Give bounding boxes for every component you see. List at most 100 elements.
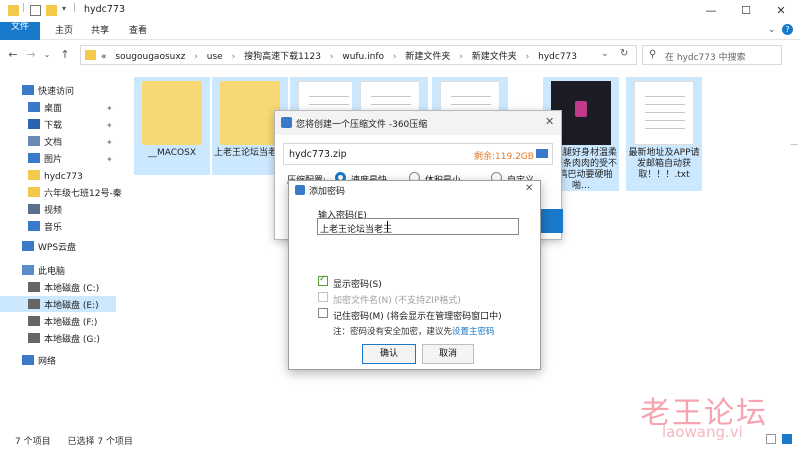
breadcrumb-separator[interactable]: › [526,52,530,62]
browse-folder-icon[interactable] [536,149,548,158]
refresh-icon[interactable]: ↻ [620,48,628,59]
sidebar-item[interactable]: 视频 [28,203,62,219]
minimize-button[interactable]: — [694,0,728,22]
remember-password-checkbox[interactable] [318,308,328,318]
text-line [645,104,685,105]
sidebar-item[interactable]: 网络 [22,354,56,370]
show-password-checkbox[interactable]: ✓ [318,274,328,286]
password-close-button[interactable]: ✕ [525,183,533,194]
drive-icon [28,299,40,309]
search-icon: ⚲ [649,49,657,60]
sidebar-item[interactable]: 文档 [28,135,62,151]
sidebar-item[interactable]: 下载 [28,118,62,134]
breadcrumb-item[interactable]: 新建文件夹 [405,52,450,62]
cancel-button[interactable]: 取消 [422,344,474,364]
window-title: hydc773 [84,4,126,15]
sidebar-item[interactable]: 本地磁盘 (C:) [28,281,99,297]
breadcrumb: « sougougaosuxz › use › 搜狗高速下载1123 › wuf… [101,49,577,62]
tab-home[interactable]: 主页 [46,22,82,40]
sidebar-item[interactable]: 此电脑 [22,264,65,280]
encrypt-names-checkbox[interactable] [318,292,328,302]
address-bar[interactable]: « sougougaosuxz › use › 搜狗高速下载1123 › wuf… [80,45,637,65]
ok-button[interactable]: 确认 [362,344,416,364]
sidebar-item[interactable]: 图片 [28,152,62,168]
breadcrumb-item[interactable]: sougougaosuxz [115,52,185,62]
breadcrumb-separator[interactable]: › [330,52,334,62]
recent-dropdown-icon[interactable]: ⌄ [40,48,54,62]
breadcrumb-overflow[interactable]: « [101,52,107,62]
breadcrumb-item[interactable]: 新建文件夹 [472,52,517,62]
breadcrumb-separator[interactable]: › [232,52,236,62]
sidebar-item-label: 图片 [44,155,63,165]
sidebar-item[interactable]: 本地磁盘 (E:) [28,298,99,314]
pin-icon[interactable]: ✦ [106,104,113,113]
start-compress-button[interactable] [541,209,563,233]
sidebar-item-label: 网络 [38,357,57,367]
sidebar-item-label: 快速访问 [38,87,75,97]
breadcrumb-item[interactable]: use [207,52,223,62]
sidebar-item[interactable]: 本地磁盘 (G:) [28,332,100,348]
zip-close-button[interactable]: ✕ [545,115,554,128]
search-input[interactable]: ⚲ 在 hydc773 中搜索 [642,45,782,65]
close-button[interactable]: ✕ [764,0,798,22]
breadcrumb-item[interactable]: 搜狗高速下载1123 [244,52,321,62]
file-item[interactable]: __MACOSX [134,77,210,175]
search-placeholder: 在 hydc773 中搜索 [665,53,746,63]
pin-icon[interactable]: ✦ [106,155,113,164]
set-master-password-link[interactable]: 设置主密码 [452,325,495,337]
text-line [309,96,349,97]
remember-password-label[interactable]: 记住密码(M) (将会显示在管理密码窗口中) [333,309,502,322]
sidebar-item[interactable]: 六年级七班12号-秦 [28,186,122,202]
tab-file[interactable]: 文件 [0,22,40,40]
watermark-url: laowang.vi [662,423,743,441]
sidebar-item[interactable]: 音乐 [28,220,62,236]
zip-app-icon [281,117,292,128]
password-dialog-header: 添加密码 ✕ [289,181,540,199]
text-cursor [387,221,388,232]
new-folder-icon[interactable] [46,5,57,16]
quick-access-dropdown-icon[interactable]: ▾ [62,4,66,13]
ribbon: 文件 主页 共享 查看 ⌄ ? [0,22,800,40]
file-name: 最新地址及APP请发邮箱自动获取！！！.txt [628,148,700,180]
drive-icon [28,282,40,292]
details-view-icon[interactable] [766,434,776,444]
sidebar-item[interactable]: WPS云盘 [22,240,76,256]
pin-icon[interactable]: ✦ [106,138,113,147]
selection-count: 已选择 7 个项目 [67,437,133,447]
properties-icon[interactable] [30,5,41,16]
separator: | [22,3,26,13]
breadcrumb-item[interactable]: wufu.info [342,52,384,62]
file-item[interactable]: 最新地址及APP请发邮箱自动获取！！！.txt [626,77,702,191]
zip-filename-field[interactable]: hydc773.zip 剩余:119.2GB [283,143,553,165]
folder-icon [28,170,40,180]
text-line [451,104,491,105]
tab-share[interactable]: 共享 [82,22,118,40]
password-dialog-title: 添加密码 [309,187,346,197]
sidebar-item-label: 本地磁盘 (G:) [44,335,100,345]
breadcrumb-separator[interactable]: › [393,52,397,62]
drive-icon [28,316,40,326]
forward-arrow-icon[interactable]: → [24,48,38,62]
back-arrow-icon[interactable]: ← [6,48,20,62]
pin-icon[interactable]: ✦ [106,121,113,130]
sidebar-item-label: 音乐 [44,223,63,233]
breadcrumb-separator[interactable]: › [459,52,463,62]
help-icon[interactable]: ? [782,24,793,35]
sidebar-item[interactable]: 本地磁盘 (F:) [28,315,97,331]
breadcrumb-separator[interactable]: › [194,52,198,62]
sidebar-item[interactable]: 桌面 [28,101,62,117]
address-dropdown-icon[interactable]: ⌄ [601,49,609,59]
large-icons-view-icon[interactable] [782,434,792,444]
breadcrumb-item[interactable]: hydc773 [538,52,577,62]
up-arrow-icon[interactable]: ↑ [58,48,72,62]
tab-view[interactable]: 查看 [120,22,156,40]
password-input[interactable]: 上老王论坛当老王 [317,218,519,235]
zip-filename: hydc773.zip [289,149,347,160]
sidebar-item[interactable]: hydc773 [28,169,83,185]
sidebar-item[interactable]: 快速访问 [22,84,74,100]
text-line [309,104,349,105]
show-password-label[interactable]: 显示密码(S) [333,277,382,290]
video-icon [28,204,40,214]
ribbon-expand-icon[interactable]: ⌄ [768,25,776,35]
maximize-button[interactable]: ☐ [729,0,763,22]
